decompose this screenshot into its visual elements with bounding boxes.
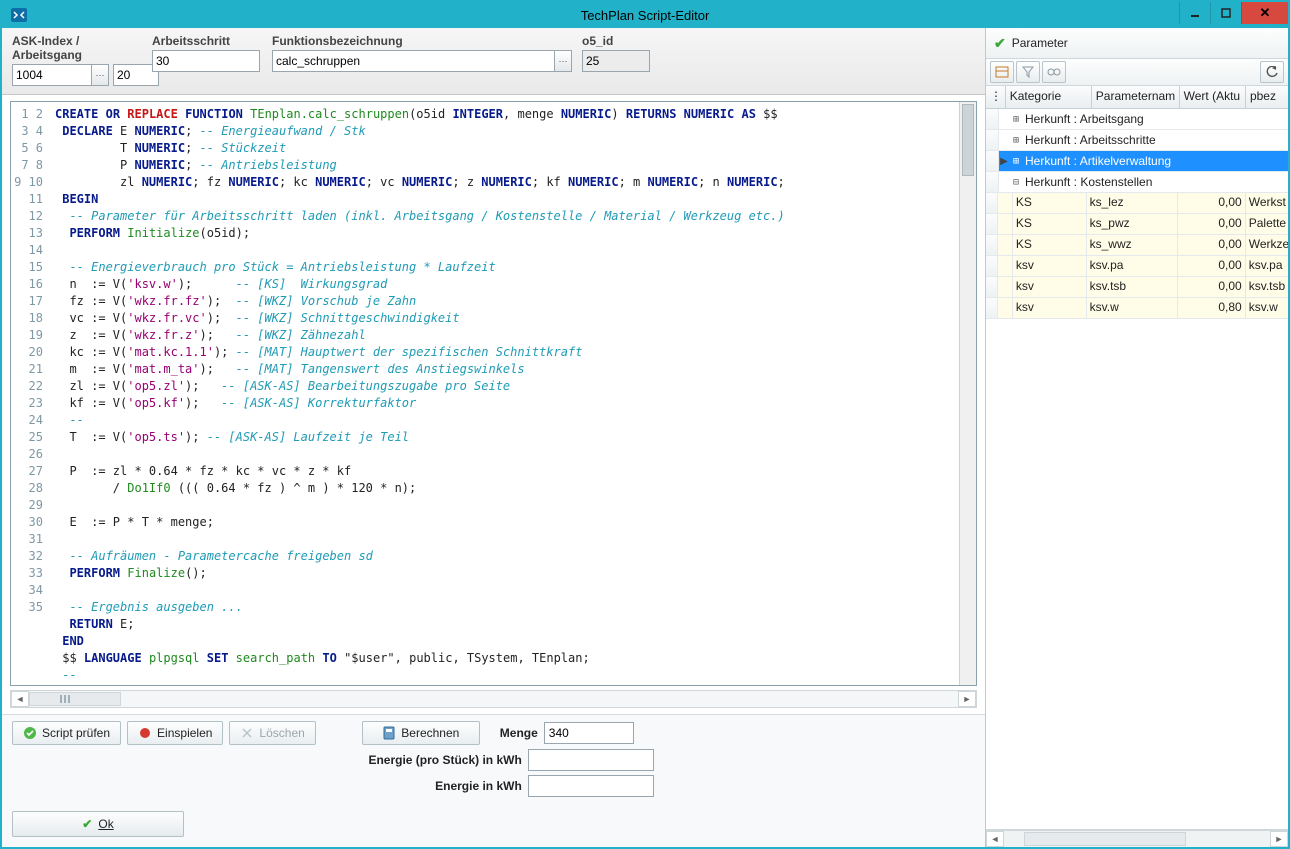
berechnen-button[interactable]: Berechnen — [362, 721, 480, 745]
col-pbez[interactable]: pbez — [1246, 86, 1288, 108]
line-gutter: 1 2 3 4 5 6 7 8 9 10 11 12 13 14 15 16 1… — [11, 102, 49, 685]
refresh-button[interactable] — [1260, 61, 1284, 83]
grid-hscroll-left[interactable]: ◄ — [986, 831, 1004, 847]
berechnen-label: Berechnen — [401, 726, 459, 740]
o5id-label: o5_id — [582, 34, 652, 48]
grid-data-row[interactable]: ksv ksv.w 0,80 ksv.w — [986, 298, 1288, 319]
energie-pro-stueck-input[interactable] — [528, 749, 654, 771]
titlebar: TechPlan Script-Editor ✕ — [2, 2, 1288, 28]
parameter-title-label: Parameter — [1012, 36, 1068, 50]
energie-label: Energie in kWh — [362, 779, 522, 793]
grid-data-row[interactable]: KS ks_wwz 0,00 Werkze — [986, 235, 1288, 256]
calculator-icon — [382, 726, 396, 740]
menge-label: Menge — [490, 726, 538, 740]
hscroll-right[interactable]: ► — [958, 691, 976, 707]
grid-handle-col: ⋮ — [986, 86, 1006, 108]
funktion-label: Funktionsbezeichnung — [272, 34, 572, 48]
maximize-button[interactable] — [1210, 2, 1241, 24]
code-area[interactable]: CREATE OR REPLACE FUNCTION TEnplan.calc_… — [49, 102, 959, 685]
close-button[interactable]: ✕ — [1241, 2, 1288, 24]
link-button[interactable] — [1042, 61, 1066, 83]
grid-hscrollbar[interactable]: ◄ ► — [986, 830, 1288, 847]
col-parametername[interactable]: Parameternam — [1092, 86, 1180, 108]
col-wert[interactable]: Wert (Aktu — [1180, 86, 1246, 108]
parameter-check-icon: ✔ — [994, 35, 1006, 52]
loeschen-label: Löschen — [259, 726, 304, 740]
funktion-input[interactable] — [272, 50, 555, 72]
editor-vscrollbar[interactable] — [959, 102, 976, 685]
grid-header: ⋮ Kategorie Parameternam Wert (Aktu pbez — [986, 86, 1288, 109]
parameter-pane-title: ✔ Parameter — [986, 28, 1288, 59]
app-window: TechPlan Script-Editor ✕ ASK-Index / Arb… — [0, 0, 1290, 849]
arbeitsschritt-label: Arbeitsschritt — [152, 34, 262, 48]
grid-data-row[interactable]: KS ks_pwz 0,00 Palette — [986, 214, 1288, 235]
delete-icon — [240, 726, 254, 740]
grid-group-row[interactable]: ▶ ⊞ Herkunft : Artikelverwaltung — [986, 151, 1288, 172]
ok-check-icon: ✔ — [82, 817, 92, 831]
grid-data-row[interactable]: KS ks_lez 0,00 Werkst — [986, 193, 1288, 214]
script-pruefen-label: Script prüfen — [42, 726, 110, 740]
grid-group-row[interactable]: ⊟ Herkunft : Kostenstellen — [986, 172, 1288, 193]
col-kategorie[interactable]: Kategorie — [1006, 86, 1092, 108]
parameter-grid[interactable]: ⋮ Kategorie Parameternam Wert (Aktu pbez… — [986, 86, 1288, 830]
grid-data-row[interactable]: ksv ksv.pa 0,00 ksv.pa — [986, 256, 1288, 277]
record-icon — [138, 726, 152, 740]
script-pruefen-button[interactable]: Script prüfen — [12, 721, 121, 745]
minimize-button[interactable] — [1179, 2, 1210, 24]
action-bar: Script prüfen Einspielen Löschen — [2, 714, 985, 803]
check-icon — [23, 726, 37, 740]
group-view-button[interactable] — [990, 61, 1014, 83]
menge-input[interactable] — [544, 722, 634, 744]
ok-label: Ok — [98, 817, 113, 831]
einspielen-button[interactable]: Einspielen — [127, 721, 223, 745]
header-form: ASK-Index / Arbeitsgang ⋯ Arbeitsschritt — [2, 28, 985, 95]
loeschen-button[interactable]: Löschen — [229, 721, 315, 745]
arbeitsschritt-input[interactable] — [152, 50, 260, 72]
app-icon — [8, 6, 30, 24]
grid-hscroll-right[interactable]: ► — [1270, 831, 1288, 847]
parameter-pane: ✔ Parameter ⋮ Kategorie Parameternam Wer… — [986, 28, 1288, 847]
parameter-toolbar — [986, 59, 1288, 86]
editor-hscrollbar[interactable]: ◄ ► — [10, 690, 977, 708]
grid-group-row[interactable]: ⊞ Herkunft : Arbeitsgang — [986, 109, 1288, 130]
code-editor[interactable]: 1 2 3 4 5 6 7 8 9 10 11 12 13 14 15 16 1… — [10, 101, 977, 686]
funktion-picker-button[interactable]: ⋯ — [555, 50, 572, 72]
energie-input[interactable] — [528, 775, 654, 797]
ask-index-label: ASK-Index / Arbeitsgang — [12, 34, 142, 62]
ask-index-input[interactable] — [12, 64, 92, 86]
energie-pro-stueck-label: Energie (pro Stück) in kWh — [362, 753, 522, 767]
hscroll-left[interactable]: ◄ — [11, 691, 29, 707]
einspielen-label: Einspielen — [157, 726, 212, 740]
window-title: TechPlan Script-Editor — [2, 8, 1288, 23]
o5id-input — [582, 50, 650, 72]
grid-data-row[interactable]: ksv ksv.tsb 0,00 ksv.tsb — [986, 277, 1288, 298]
ask-index-picker-button[interactable]: ⋯ — [92, 64, 109, 86]
filter-button[interactable] — [1016, 61, 1040, 83]
main-pane: ASK-Index / Arbeitsgang ⋯ Arbeitsschritt — [2, 28, 986, 847]
ok-button[interactable]: ✔ Ok — [12, 811, 184, 837]
grid-group-row[interactable]: ⊞ Herkunft : Arbeitsschritte — [986, 130, 1288, 151]
